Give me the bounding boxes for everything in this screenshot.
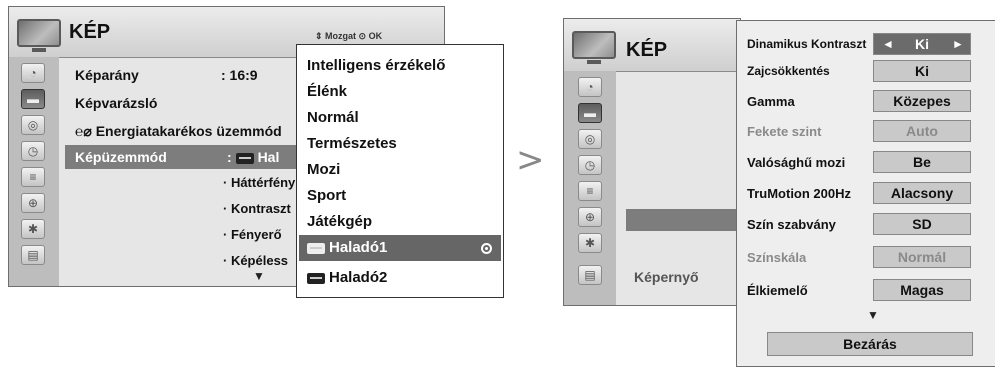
dropdown-item-sport[interactable]: Sport xyxy=(307,187,346,204)
left-scroll-down-icon[interactable]: ▼ xyxy=(253,269,265,283)
right-highlight-row[interactable] xyxy=(626,209,740,231)
speaker-icon[interactable]: ◎ xyxy=(578,129,602,149)
menu-item-screen[interactable]: Képernyő xyxy=(634,269,699,285)
value-gamma[interactable]: Közepes xyxy=(873,90,971,112)
label-black-level: Fekete szint xyxy=(747,124,822,139)
value-real-cinema[interactable]: Be xyxy=(873,151,971,173)
option-icon[interactable]: ≡ xyxy=(21,167,45,187)
label-edge-enhancer: Élkiemelő xyxy=(747,283,808,298)
value-trumotion[interactable]: Alacsony xyxy=(873,182,971,204)
value-color-gamut: Normál xyxy=(873,246,971,268)
label-dynamic-contrast: Dinamikus Kontraszt xyxy=(747,37,867,51)
menu-item-energy-saving[interactable]: ℮⌀ Energiatakarékos üzemmód xyxy=(75,123,282,140)
right-menu-panel: KÉP ◔ ▬ ◎ ◷ ≡ ⊕ ✱ ▤ Képernyő xyxy=(563,18,741,306)
dropdown-item-game[interactable]: Játékgép xyxy=(307,213,372,230)
label-gamma: Gamma xyxy=(747,94,795,109)
label-color-standard: Szín szabvány xyxy=(747,217,836,232)
dropdown-item-natural[interactable]: Természetes xyxy=(307,135,397,152)
close-button[interactable]: Bezárás xyxy=(767,332,973,356)
satellite-dish-icon[interactable]: ◔ xyxy=(578,77,602,97)
value-left-arrow-icon[interactable]: ◄ xyxy=(882,34,894,54)
picture-mode-dropdown: Intelligens érzékelő Élénk Normál Termés… xyxy=(296,44,504,298)
selected-radio-icon xyxy=(481,243,492,254)
isf-logo-icon xyxy=(307,272,325,284)
usb-media-icon[interactable]: ▤ xyxy=(578,265,602,285)
picture-icon[interactable]: ▬ xyxy=(578,103,602,123)
dropdown-item-intelligent-sensor[interactable]: Intelligens érzékelő xyxy=(307,57,445,74)
transition-arrow-icon: > xyxy=(516,140,545,180)
menu-item-picture-mode[interactable]: Képüzemmód xyxy=(75,149,167,165)
value-dynamic-contrast-text: Ki xyxy=(915,36,929,52)
page-title: KÉP xyxy=(69,21,111,43)
menu-item-aspect-ratio[interactable]: Képarány xyxy=(75,67,139,83)
subitem-contrast[interactable]: · Kontraszt xyxy=(223,201,291,216)
picture-mode-value: : Hal xyxy=(227,149,279,165)
bluetooth-icon[interactable]: ✱ xyxy=(21,219,45,239)
option-icon[interactable]: ≡ xyxy=(578,181,602,201)
dropdown-item-cinema[interactable]: Mozi xyxy=(307,161,340,178)
subitem-backlight[interactable]: · Háttérfény xyxy=(223,175,295,190)
value-color-standard[interactable]: SD xyxy=(873,213,971,235)
isf-logo-icon xyxy=(235,152,254,164)
value-black-level: Auto xyxy=(873,120,971,142)
subitem-sharpness[interactable]: · Képéless xyxy=(223,253,288,268)
usb-media-icon[interactable]: ▤ xyxy=(21,245,45,265)
label-trumotion: TruMotion 200Hz xyxy=(747,186,852,201)
dropdown-item-expert1[interactable]: Haladó1 xyxy=(307,239,387,256)
tv-icon xyxy=(17,19,61,52)
aspect-ratio-value: : 16:9 xyxy=(221,67,258,83)
lock-icon[interactable]: ⊕ xyxy=(21,193,45,213)
dropdown-item-vivid[interactable]: Élénk xyxy=(307,83,347,100)
nav-hint: ⇕ Mozgat ⊙ OK xyxy=(315,31,383,41)
value-noise-reduction[interactable]: Ki xyxy=(873,60,971,82)
label-real-cinema: Valósághű mozi xyxy=(747,155,846,170)
value-dynamic-contrast[interactable]: ◄ Ki ► xyxy=(873,33,971,55)
dropdown-item-expert2-label: Haladó2 xyxy=(329,269,388,286)
lock-icon[interactable]: ⊕ xyxy=(578,207,602,227)
right-scroll-down-icon[interactable]: ▼ xyxy=(867,308,879,322)
clock-icon[interactable]: ◷ xyxy=(578,155,602,175)
bluetooth-icon[interactable]: ✱ xyxy=(578,233,602,253)
value-edge-enhancer[interactable]: Magas xyxy=(873,279,971,301)
picture-mode-colon: : xyxy=(227,149,236,165)
satellite-dish-icon[interactable]: ◔ xyxy=(21,63,45,83)
speaker-icon[interactable]: ◎ xyxy=(21,115,45,135)
expert-settings-panel: Dinamikus Kontraszt ◄ Ki ► Zajcsökkentés… xyxy=(736,20,995,367)
right-page-title: KÉP xyxy=(626,39,668,61)
value-right-arrow-icon[interactable]: ► xyxy=(952,34,964,54)
tv-icon xyxy=(572,31,616,64)
dropdown-item-standard[interactable]: Normál xyxy=(307,109,359,126)
picture-icon[interactable]: ▬ xyxy=(21,89,45,109)
dropdown-item-expert2[interactable]: Haladó2 xyxy=(307,269,387,286)
subitem-brightness[interactable]: · Fényerő xyxy=(223,227,282,242)
dropdown-item-expert1-label: Haladó1 xyxy=(329,239,388,256)
clock-icon[interactable]: ◷ xyxy=(21,141,45,161)
label-noise-reduction: Zajcsökkentés xyxy=(747,64,830,78)
menu-item-picture-wizard[interactable]: Képvarázsló xyxy=(75,95,157,111)
label-color-gamut: Színskála xyxy=(747,250,807,265)
picture-mode-value-text: Hal xyxy=(257,149,280,165)
isf-logo-icon xyxy=(307,242,325,254)
